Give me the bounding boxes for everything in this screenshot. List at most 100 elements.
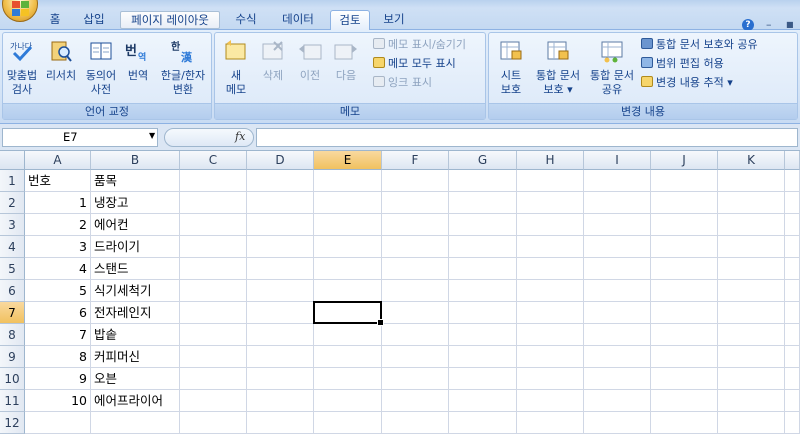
column-header-f[interactable]: F [382, 151, 449, 170]
grid-cell[interactable] [651, 258, 718, 280]
chevron-down-icon[interactable]: ▼ [149, 131, 155, 140]
cell-a1[interactable]: 번호 [25, 170, 91, 192]
cell-b3[interactable]: 에어컨 [91, 214, 180, 236]
grid-cell[interactable] [180, 280, 247, 302]
protect-share-button[interactable]: 통합 문서 보호와 공유 [641, 36, 758, 54]
cell-b9[interactable]: 커피머신 [91, 346, 180, 368]
grid-cell[interactable] [449, 192, 517, 214]
grid-cell[interactable] [382, 170, 449, 192]
cell-a4[interactable]: 3 [25, 236, 91, 258]
grid-cell[interactable] [517, 236, 584, 258]
row-header-2[interactable]: 2 [0, 192, 25, 214]
grid-cell[interactable] [449, 280, 517, 302]
column-header-j[interactable]: J [651, 151, 718, 170]
show-hide-comment-button[interactable]: 메모 표시/숨기기 [373, 36, 466, 54]
grid-cell[interactable] [314, 170, 382, 192]
cell-a11[interactable]: 10 [25, 390, 91, 412]
show-ink-button[interactable]: 잉크 표시 [373, 74, 432, 92]
row-header-10[interactable]: 10 [0, 368, 25, 390]
grid-cell[interactable] [651, 214, 718, 236]
cell-a7[interactable]: 6 [25, 302, 91, 324]
grid-cell[interactable] [314, 214, 382, 236]
protect-workbook-button[interactable]: 통합 문서 보호 ▾ [529, 35, 587, 103]
grid-cell[interactable] [180, 214, 247, 236]
select-all-corner[interactable] [0, 151, 25, 170]
grid-cell[interactable] [247, 390, 314, 412]
column-header-i[interactable]: I [584, 151, 651, 170]
grid-cell[interactable] [314, 412, 382, 434]
grid-cell[interactable] [314, 236, 382, 258]
tab-home[interactable]: 홈 [40, 10, 70, 30]
tab-formulas[interactable]: 수식 [226, 10, 266, 30]
delete-comment-button[interactable]: 삭제 [255, 35, 291, 103]
previous-comment-button[interactable]: 이전 [293, 35, 327, 103]
cell-b11[interactable]: 에어프라이어 [91, 390, 180, 412]
grid-cell[interactable] [651, 368, 718, 390]
grid-cell[interactable] [584, 236, 651, 258]
worksheet-grid[interactable]: A B C D E F G H I J K 1 2 3 4 5 6 7 8 9 10 11 12 번호 품목 1 냉장고 2 에어컨 3 드… [0, 151, 800, 440]
grid-cell[interactable] [517, 258, 584, 280]
grid-cell[interactable] [718, 236, 785, 258]
grid-cell[interactable] [785, 346, 800, 368]
grid-cell[interactable] [651, 236, 718, 258]
row-header-4[interactable]: 4 [0, 236, 25, 258]
grid-cell[interactable] [180, 324, 247, 346]
grid-cell[interactable] [382, 390, 449, 412]
grid-cell[interactable] [517, 346, 584, 368]
row-header-7[interactable]: 7 [0, 302, 25, 324]
protect-sheet-button[interactable]: 시트 보호 [493, 35, 529, 103]
research-button[interactable]: 리서치 [41, 35, 81, 103]
grid-cell[interactable] [314, 324, 382, 346]
formula-input[interactable] [256, 128, 798, 147]
grid-cell[interactable] [785, 214, 800, 236]
grid-cell[interactable] [517, 192, 584, 214]
grid-cell[interactable] [785, 170, 800, 192]
grid-cell[interactable] [382, 280, 449, 302]
cell-b7[interactable]: 전자레인지 [91, 302, 180, 324]
column-header-e[interactable]: E [314, 151, 382, 170]
grid-cell[interactable] [382, 236, 449, 258]
grid-cell[interactable] [314, 258, 382, 280]
name-box[interactable]: E7 ▼ [2, 128, 158, 147]
grid-cell[interactable] [449, 236, 517, 258]
grid-cell[interactable] [382, 346, 449, 368]
grid-cell[interactable] [584, 346, 651, 368]
grid-cell[interactable] [718, 368, 785, 390]
grid-cell[interactable] [785, 368, 800, 390]
grid-cell[interactable] [785, 302, 800, 324]
grid-cell[interactable] [382, 368, 449, 390]
column-header-c[interactable]: C [180, 151, 247, 170]
grid-cell[interactable] [449, 390, 517, 412]
grid-cell[interactable] [718, 390, 785, 412]
grid-cell[interactable] [382, 412, 449, 434]
cell-b2[interactable]: 냉장고 [91, 192, 180, 214]
column-header-g[interactable]: G [449, 151, 517, 170]
grid-cell[interactable] [247, 258, 314, 280]
translate-button[interactable]: 번 역 번역 [121, 35, 155, 103]
grid-cell[interactable] [651, 412, 718, 434]
grid-cell[interactable] [449, 412, 517, 434]
grid-cell[interactable] [517, 324, 584, 346]
grid-cell[interactable] [180, 368, 247, 390]
grid-cell[interactable] [584, 390, 651, 412]
grid-cell[interactable] [785, 236, 800, 258]
grid-cell[interactable] [584, 368, 651, 390]
grid-cell[interactable] [180, 192, 247, 214]
tab-page-layout[interactable]: 페이지 레이아웃 [120, 11, 220, 29]
grid-cell[interactable] [449, 302, 517, 324]
grid-cell[interactable] [785, 390, 800, 412]
grid-cell[interactable] [382, 302, 449, 324]
grid-cell[interactable] [180, 346, 247, 368]
grid-cell[interactable] [651, 346, 718, 368]
tab-insert[interactable]: 삽입 [74, 10, 114, 30]
row-header-9[interactable]: 9 [0, 346, 25, 368]
grid-cell[interactable] [382, 214, 449, 236]
cell-a10[interactable]: 9 [25, 368, 91, 390]
grid-cell[interactable] [25, 412, 91, 434]
grid-cell[interactable] [517, 280, 584, 302]
grid-cell[interactable] [314, 390, 382, 412]
grid-cell[interactable] [180, 170, 247, 192]
grid-cell[interactable] [718, 302, 785, 324]
share-workbook-button[interactable]: 통합 문서 공유 [585, 35, 639, 103]
grid-cell[interactable] [718, 280, 785, 302]
